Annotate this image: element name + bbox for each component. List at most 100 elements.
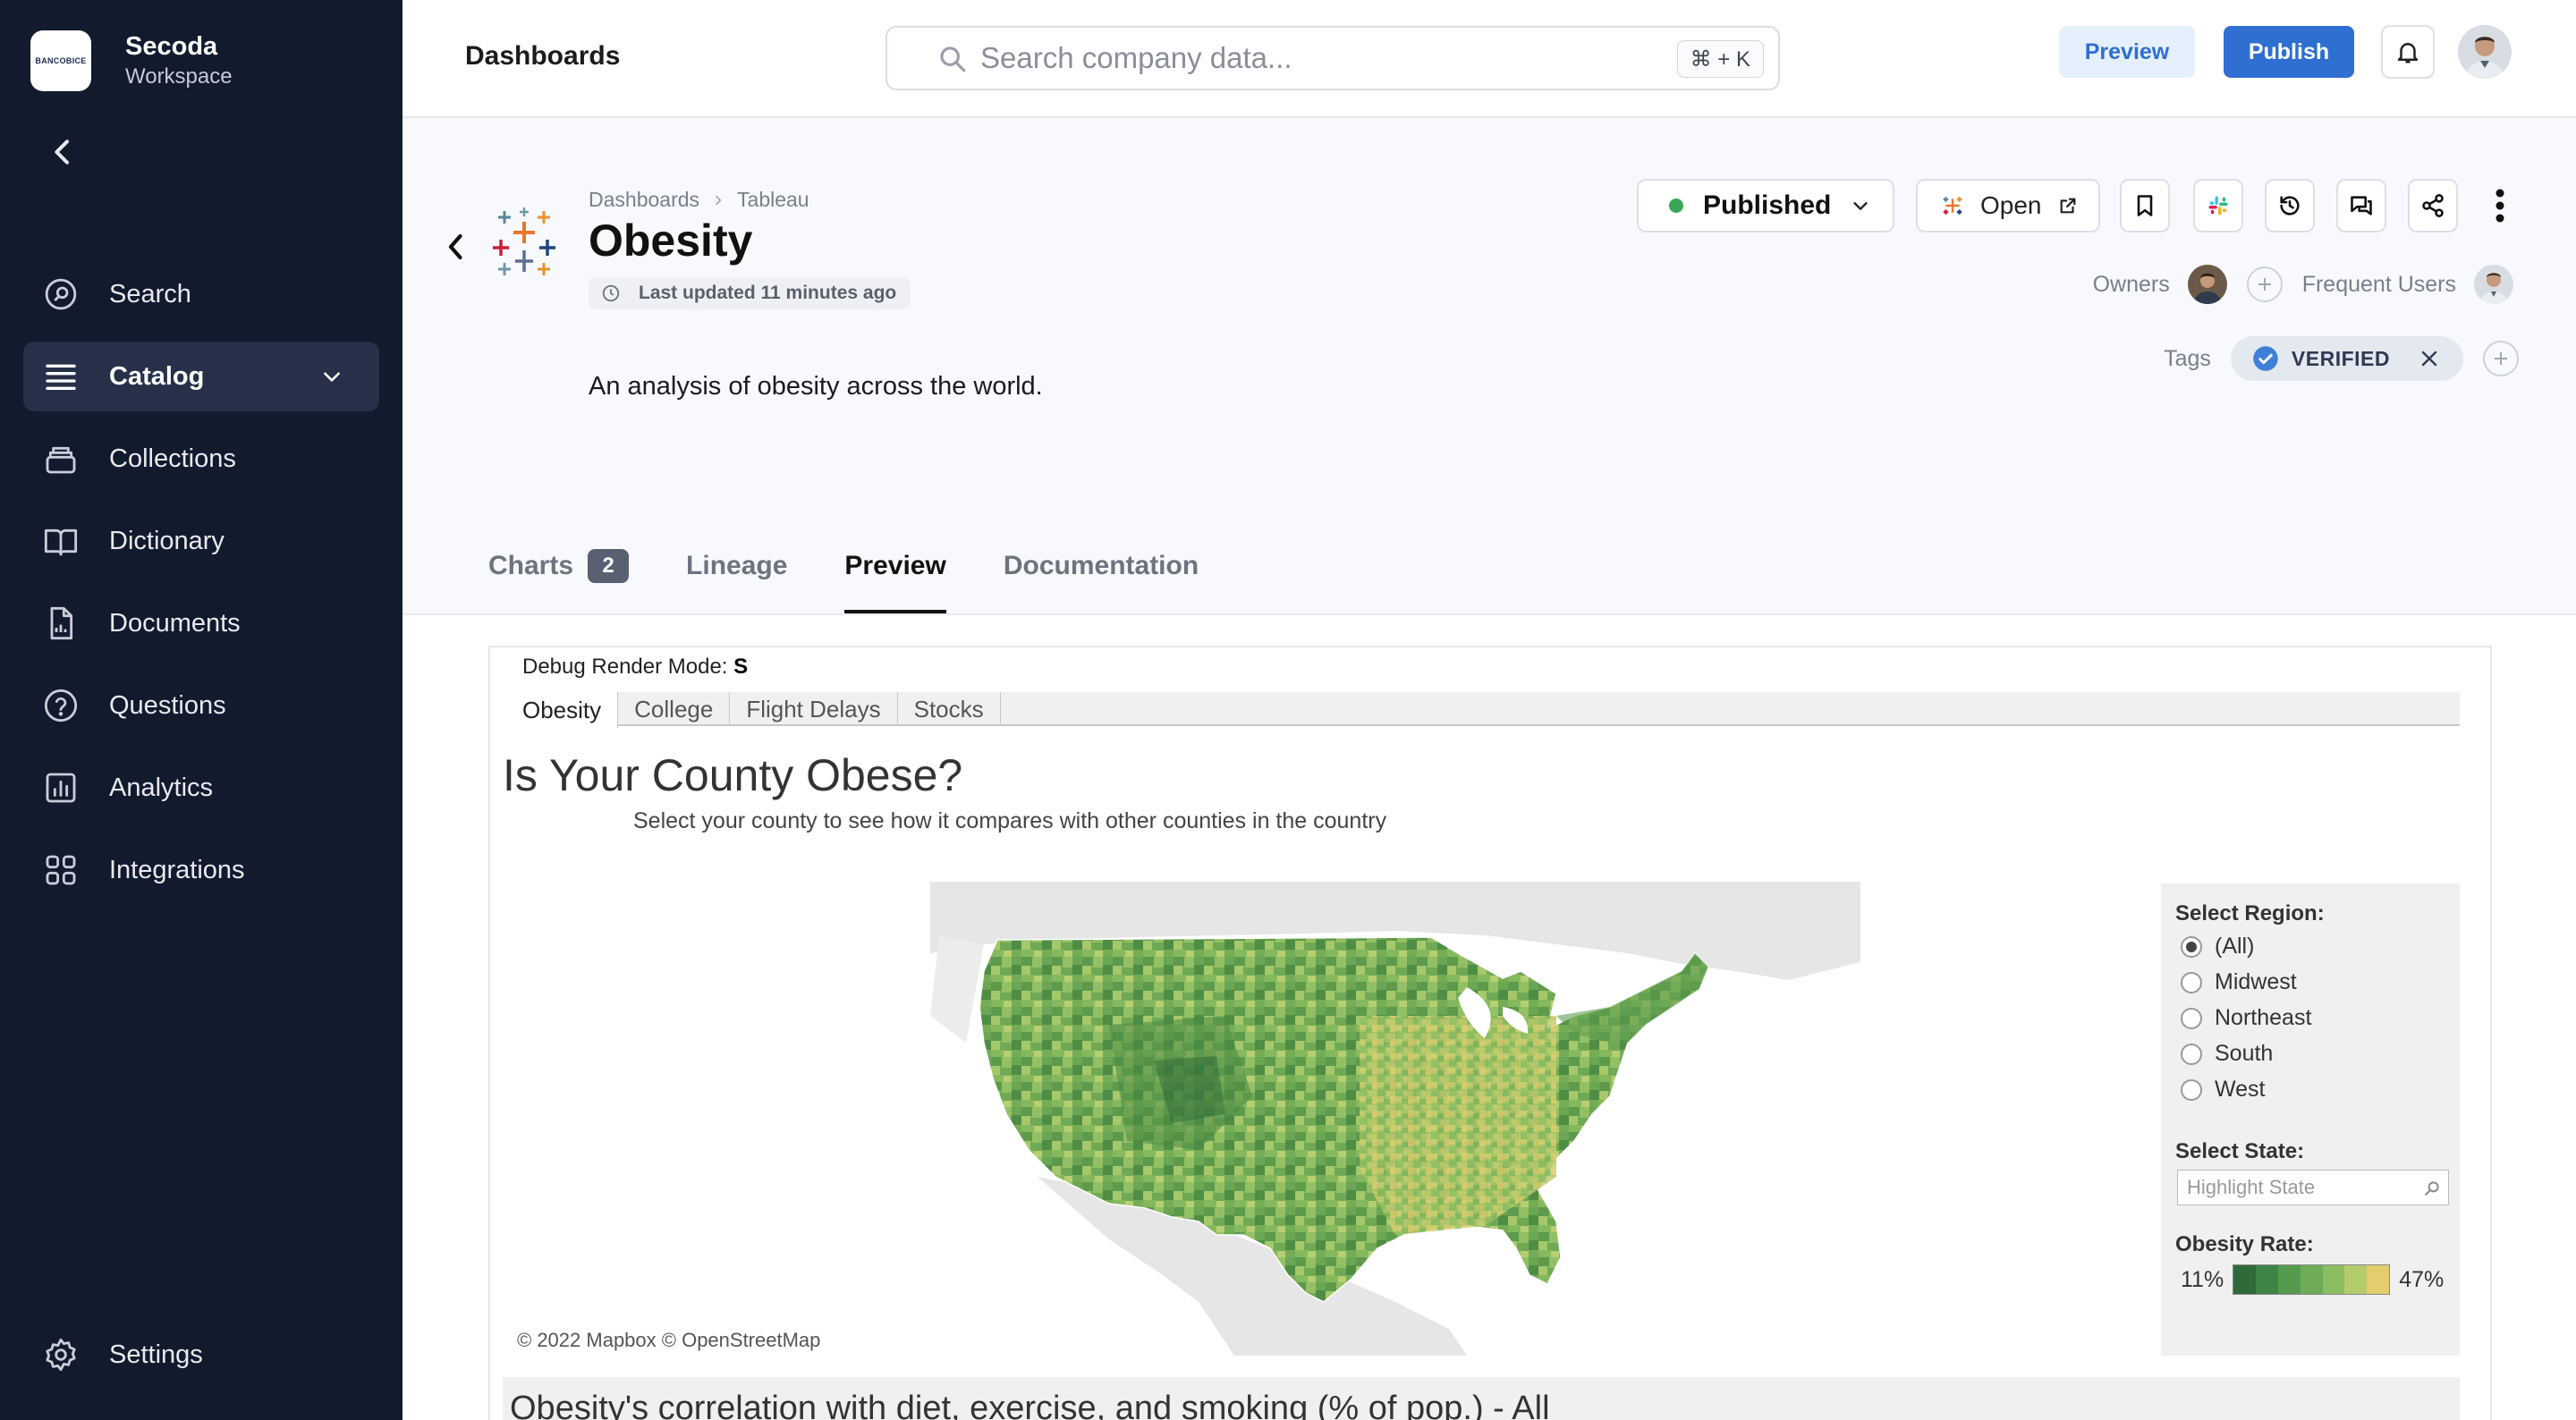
sidebar-item-analytics[interactable]: Analytics [23, 753, 379, 823]
more-options-button[interactable] [2478, 182, 2522, 229]
tab-preview[interactable]: Preview [844, 528, 947, 613]
region-option-south[interactable]: South [2181, 1041, 2273, 1067]
status-dropdown[interactable]: Published [1637, 179, 1894, 232]
sidebar-item-label: Documents [109, 608, 241, 638]
chevron-right-icon [716, 195, 722, 205]
legend-swatch [2233, 1265, 2257, 1294]
breadcrumb-item-tableau[interactable]: Tableau [737, 188, 809, 212]
tags-row: Tags VERIFIED [2164, 336, 2519, 381]
collections-icon [46, 446, 76, 474]
map-attribution: © 2022 Mapbox © OpenStreetMap [517, 1329, 821, 1351]
plus-icon [2258, 278, 2271, 291]
add-owner-button[interactable] [2246, 266, 2283, 302]
slack-button[interactable] [2193, 179, 2243, 232]
sidebar-item-label: Collections [109, 444, 236, 473]
search-input[interactable]: Search company data... ⌘ + K [886, 26, 1780, 90]
workbook-tab-stocks[interactable]: Stocks [898, 692, 1001, 726]
workbook-tab-obesity[interactable]: Obesity [506, 692, 619, 728]
bell-icon [2397, 43, 2419, 63]
frequent-user-avatar[interactable] [2474, 265, 2513, 304]
sidebar-item-documents[interactable]: Documents [23, 588, 379, 658]
sidebar-item-integrations[interactable]: Integrations [23, 835, 379, 905]
slack-icon [2208, 196, 2228, 216]
notifications-button[interactable] [2381, 25, 2435, 79]
sidebar-item-label: Settings [109, 1340, 203, 1369]
back-arrow-icon[interactable] [440, 229, 472, 265]
discussion-button[interactable] [2336, 179, 2386, 232]
us-county-obesity-map[interactable] [930, 882, 1860, 1356]
radio-selected[interactable] [2181, 935, 2202, 958]
top-bar: Dashboards Search company data... ⌘ + K … [402, 0, 2576, 118]
legend-color-scale [2233, 1264, 2391, 1295]
page-title[interactable]: Obesity [589, 215, 752, 266]
question-icon [44, 689, 78, 723]
open-in-tableau-button[interactable]: Open [1916, 179, 2100, 232]
bookmark-button[interactable] [2120, 179, 2170, 232]
share-button[interactable] [2408, 179, 2458, 232]
preview-button[interactable]: Preview [2059, 26, 2195, 78]
history-icon [2280, 196, 2300, 216]
sidebar-item-questions[interactable]: Questions [23, 671, 379, 740]
workbook-tab-flight-delays[interactable]: Flight Delays [730, 692, 898, 726]
add-tag-button[interactable] [2483, 341, 2519, 376]
radio[interactable] [2181, 1007, 2202, 1029]
frequent-users-label: Frequent Users [2301, 271, 2456, 297]
workspace-switcher[interactable]: BANCOBICE Secoda Workspace [30, 30, 233, 91]
collapse-sidebar-icon[interactable] [45, 134, 80, 170]
sidebar-item-dictionary[interactable]: Dictionary [23, 506, 379, 576]
highlight-state-input[interactable]: Highlight State [2177, 1170, 2449, 1205]
legend-swatch [2367, 1265, 2390, 1294]
correlation-title: Obesity's correlation with diet, exercis… [510, 1390, 1550, 1420]
clock-icon [602, 284, 620, 302]
verified-tag[interactable]: VERIFIED [2230, 336, 2463, 381]
chevron-down-icon[interactable] [320, 365, 343, 388]
kebab-menu-icon [2496, 189, 2504, 223]
sidebar-item-collections[interactable]: Collections [23, 424, 379, 494]
radio[interactable] [2181, 1043, 2202, 1065]
workbook-tab-college[interactable]: College [618, 692, 731, 726]
region-option-west[interactable]: West [2181, 1077, 2266, 1103]
search-icon [45, 278, 77, 310]
sidebar-nav: Search Catalog Collections Dictionary Do… [23, 259, 379, 917]
search-icon [2424, 1181, 2439, 1196]
legend-max: 47% [2399, 1266, 2445, 1292]
gear-icon [46, 1338, 76, 1372]
tags-label: Tags [2164, 345, 2211, 371]
last-updated-badge: Last updated 11 minutes ago [589, 277, 911, 309]
region-option-midwest[interactable]: Midwest [2181, 969, 2297, 995]
sidebar-item-label: Search [109, 279, 191, 309]
close-icon[interactable] [2419, 348, 2440, 369]
resource-tabs: Charts 2 Lineage Preview Documentation [488, 528, 1256, 613]
description[interactable]: An analysis of obesity across the world. [589, 372, 1043, 401]
legend-swatch [2277, 1265, 2301, 1294]
document-icon [50, 606, 73, 640]
sidebar-item-catalog[interactable]: Catalog [23, 342, 379, 411]
radio[interactable] [2181, 1078, 2202, 1101]
viz-title: Is Your County Obese? [503, 750, 963, 800]
owner-avatar[interactable] [2187, 265, 2227, 304]
history-button[interactable] [2265, 179, 2315, 232]
publish-button[interactable]: Publish [2224, 26, 2354, 78]
legend-min: 11% [2181, 1266, 2224, 1292]
region-option-all[interactable]: (All) [2181, 934, 2254, 959]
share-icon [2422, 194, 2444, 217]
tab-lineage[interactable]: Lineage [686, 528, 787, 613]
keyboard-shortcut: ⌘ + K [1676, 40, 1764, 78]
sidebar-item-search[interactable]: Search [23, 259, 379, 329]
sidebar-item-settings[interactable]: Settings [23, 1320, 379, 1390]
breadcrumb-item-dashboards[interactable]: Dashboards [589, 188, 699, 212]
tab-charts[interactable]: Charts 2 [488, 528, 630, 613]
analytics-icon [46, 773, 76, 803]
obesity-rate-legend: 11% 47% [2181, 1264, 2444, 1295]
workspace-name: Secoda [125, 32, 218, 61]
tab-documentation[interactable]: Documentation [1004, 528, 1199, 613]
region-option-northeast[interactable]: Northeast [2181, 1005, 2311, 1031]
status-label: Published [1703, 190, 1832, 220]
correlation-section: Obesity's correlation with diet, exercis… [503, 1377, 2460, 1420]
last-updated-text: Last updated 11 minutes ago [639, 283, 897, 303]
state-filter-label: Select State: [2175, 1139, 2305, 1163]
sidebar-item-label: Catalog [109, 361, 205, 391]
user-avatar[interactable] [2458, 25, 2512, 79]
radio[interactable] [2181, 971, 2202, 993]
owners-label: Owners [2092, 271, 2170, 297]
